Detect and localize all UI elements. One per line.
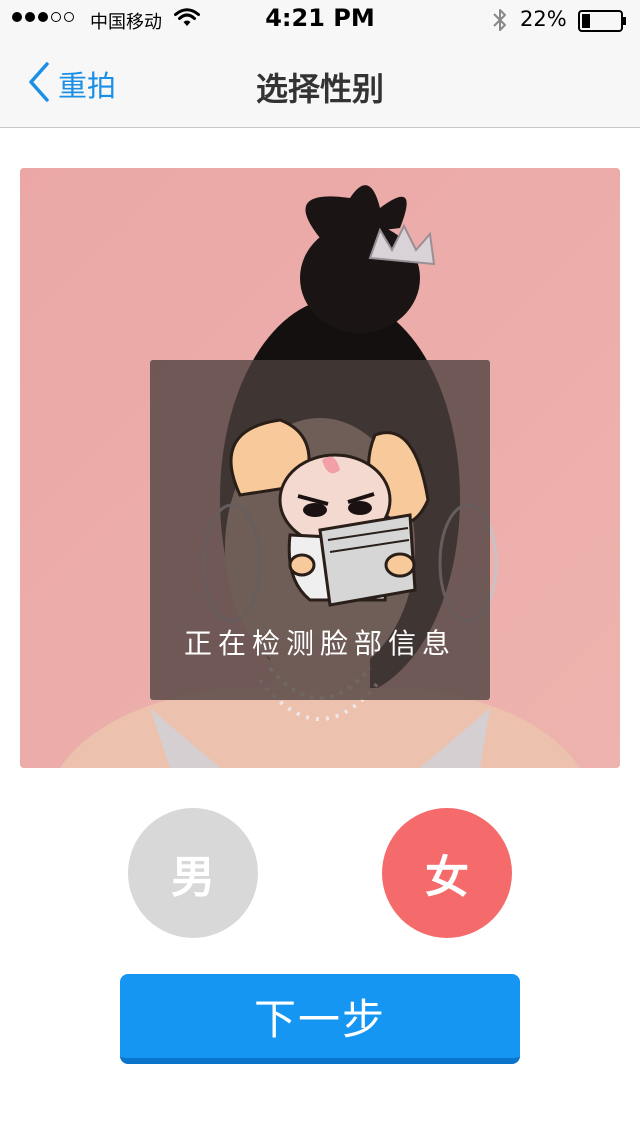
gender-female-label: 女 — [425, 852, 469, 903]
next-step-label: 下一步 — [253, 994, 386, 1044]
detecting-status-text: 正在检测脸部信息 — [183, 627, 456, 660]
navigation-bar: 重拍 选择性别 — [0, 40, 640, 128]
next-step-button[interactable]: 下一步 — [120, 974, 520, 1064]
status-bar: 中国移动 4:21 PM 22% — [0, 0, 640, 40]
gender-female-button[interactable]: 女 — [382, 808, 512, 938]
battery-icon — [578, 10, 628, 36]
gender-male-button[interactable]: 男 — [128, 808, 258, 938]
page-title: 选择性别 — [255, 70, 384, 108]
face-photo: 正在检测脸部信息 — [20, 168, 620, 768]
detecting-overlay: 正在检测脸部信息 — [150, 360, 490, 700]
cartoon-dog-reading-icon — [210, 390, 430, 610]
bluetooth-icon — [491, 7, 509, 37]
battery-percent: 22% — [520, 7, 567, 31]
gender-male-label: 男 — [171, 852, 215, 903]
